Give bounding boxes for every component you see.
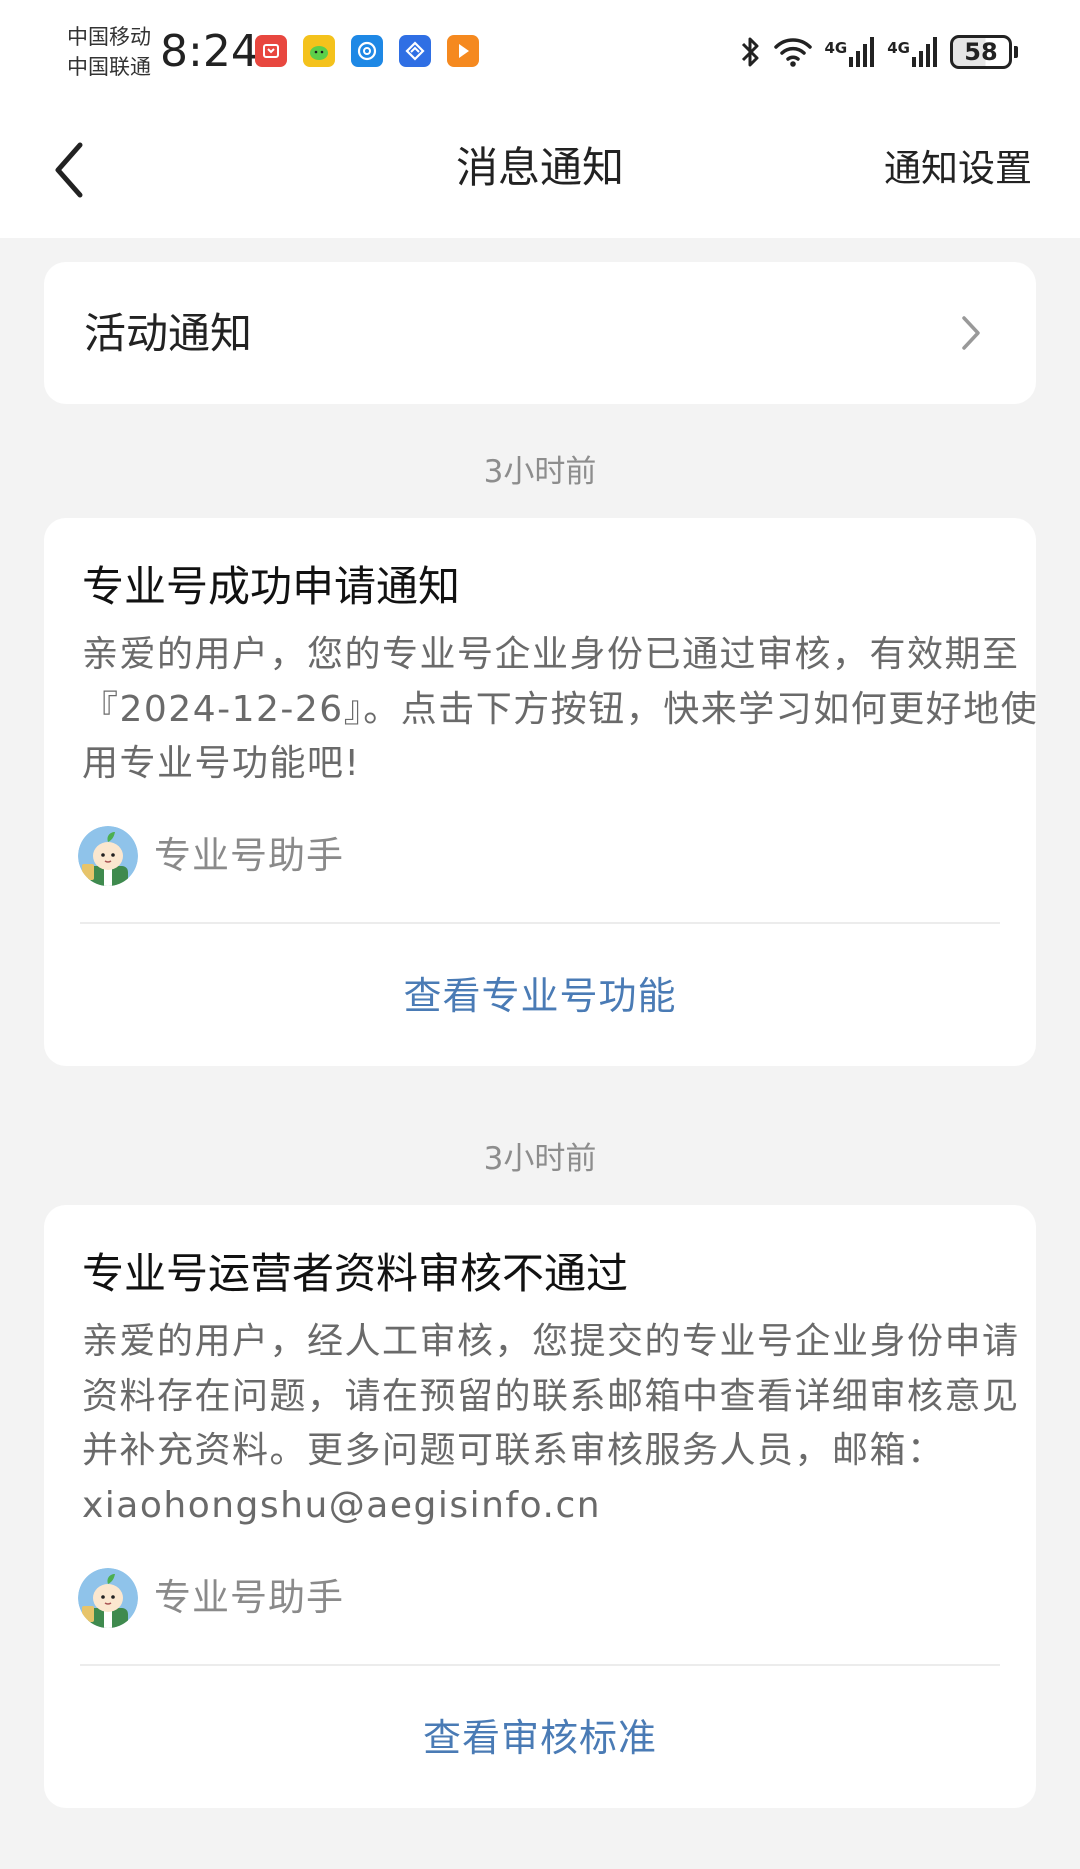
green-app-icon bbox=[303, 35, 335, 67]
notification-app-icons bbox=[255, 35, 479, 67]
status-time: 8:24 bbox=[160, 26, 259, 77]
red-app-icon bbox=[255, 35, 287, 67]
blue-diamond-app-icon bbox=[399, 35, 431, 67]
wifi-icon bbox=[773, 36, 813, 68]
avatar bbox=[78, 1568, 138, 1628]
view-pro-account-features-button[interactable]: 查看专业号功能 bbox=[44, 970, 1036, 1022]
sender-name: 专业号助手 bbox=[154, 1576, 344, 1619]
notification-body: 亲爱的用户，您的专业号企业身份已通过审核，有效期至『2024-12-26』。点击… bbox=[82, 634, 1039, 784]
view-review-standards-button[interactable]: 查看审核标准 bbox=[44, 1712, 1036, 1764]
notification-timestamp: 3小时前 bbox=[483, 1141, 597, 1177]
blue-at-app-icon bbox=[351, 35, 383, 67]
notification-settings-button[interactable]: 通知设置 bbox=[884, 144, 1032, 194]
avatar bbox=[78, 826, 138, 886]
carrier-info: 中国移动 中国联通 bbox=[67, 22, 151, 82]
orange-play-app-icon bbox=[447, 35, 479, 67]
signal-strength-2-icon: 4G bbox=[887, 37, 938, 67]
divider bbox=[80, 922, 1000, 924]
nav-bar: 消息通知 通知设置 bbox=[0, 100, 1080, 238]
notification-card: 专业号运营者资料审核不通过 亲爱的用户，经人工审核，您提交的专业号企业身份申请资… bbox=[44, 1205, 1036, 1808]
network-type-2: 4G bbox=[887, 39, 910, 57]
notification-screen: 中国移动 中国联通 8:24 4G 4G 58 消息通知 通知设置 活动通知 3… bbox=[0, 0, 1080, 1869]
notification-timestamp: 3小时前 bbox=[483, 454, 597, 490]
status-indicators: 4G 4G 58 bbox=[739, 30, 1018, 74]
sender-name: 专业号助手 bbox=[154, 834, 344, 877]
notification-card: 专业号成功申请通知 亲爱的用户，您的专业号企业身份已通过审核，有效期至『2024… bbox=[44, 518, 1037, 1066]
carrier-2: 中国联通 bbox=[67, 55, 151, 79]
activity-notifications-label: 活动通知 bbox=[84, 309, 253, 358]
notification-sender: 专业号助手 bbox=[78, 1566, 344, 1630]
carrier-1: 中国移动 bbox=[67, 25, 151, 49]
battery-level: 58 bbox=[950, 35, 1012, 69]
network-type-1: 4G bbox=[824, 39, 848, 57]
divider bbox=[80, 1664, 1000, 1666]
notification-sender: 专业号助手 bbox=[78, 824, 344, 888]
status-bar: 中国移动 中国联通 8:24 4G 4G 58 bbox=[0, 0, 1080, 100]
battery-tip bbox=[1014, 46, 1018, 58]
signal-strength-1-icon: 4G bbox=[825, 37, 876, 67]
bluetooth-icon bbox=[739, 34, 761, 70]
notification-title: 专业号成功申请通知 bbox=[82, 562, 461, 611]
chevron-right-icon bbox=[962, 316, 980, 350]
notification-title: 专业号运营者资料审核不通过 bbox=[82, 1249, 629, 1298]
activity-notifications-row[interactable]: 活动通知 bbox=[44, 262, 1036, 404]
battery-icon: 58 bbox=[950, 35, 1018, 69]
notification-body: 亲爱的用户，经人工审核，您提交的专业号企业身份申请资料存在问题，请在预留的联系邮… bbox=[82, 1321, 1020, 1526]
